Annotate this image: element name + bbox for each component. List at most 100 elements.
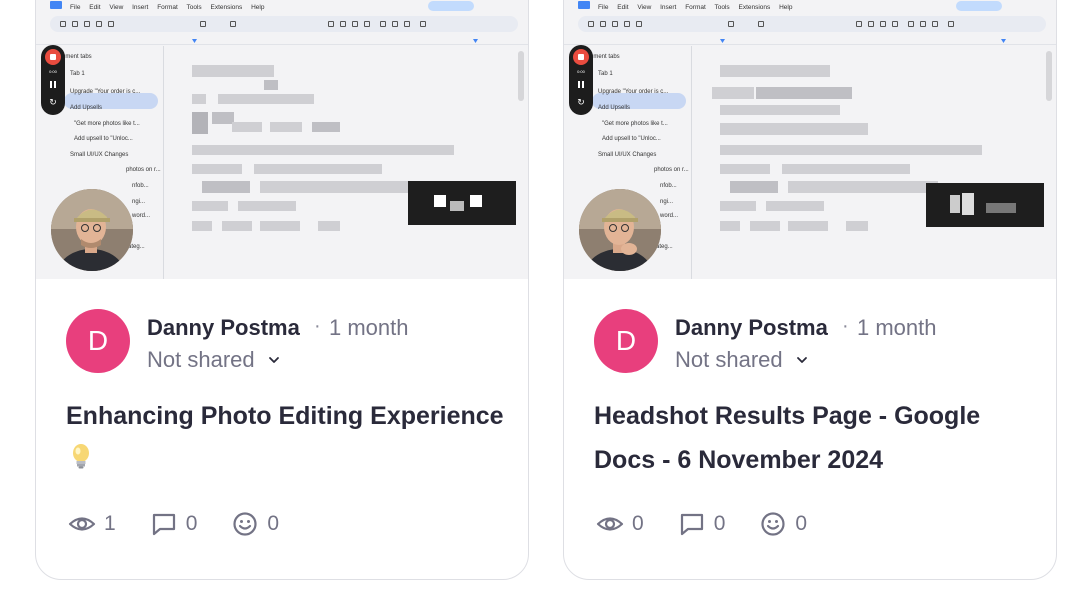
views-count: 1 (104, 512, 116, 535)
outline-item: "Get more photos like t... (602, 121, 668, 127)
lightbulb-icon (73, 444, 89, 469)
outline-item: ument tabs (590, 54, 620, 60)
docs-toolbar (50, 16, 518, 32)
outline-item: word... (132, 213, 151, 219)
separator-dot: · (314, 315, 321, 337)
reactions-count: 0 (267, 512, 280, 535)
privacy-dropdown[interactable]: Not shared (675, 347, 809, 373)
outline-item: Upgrade "Your order is c... (70, 89, 141, 95)
docs-logo-icon (50, 1, 62, 9)
restart-icon: ↻ (49, 97, 57, 107)
comment-icon (152, 513, 175, 536)
menu-edit: Edit (89, 4, 101, 11)
reactions-stat[interactable]: 0 (231, 510, 279, 538)
docs-share-button (956, 1, 1002, 11)
reactions-count: 0 (795, 512, 808, 535)
video-title[interactable]: Enhancing Photo Editing Experience (66, 394, 506, 482)
recording-timer: 0:00 (49, 69, 57, 74)
views-stat: 1 (68, 510, 116, 538)
reactions-stat[interactable]: 0 (759, 510, 807, 538)
smiley-icon (761, 512, 785, 536)
outline-item: Add upsell to "Unloc... (74, 136, 133, 142)
author-avatar: D (66, 309, 130, 373)
menu-insert: Insert (660, 4, 677, 11)
docs-logo-icon (578, 1, 590, 9)
outline-item: nfob... (660, 183, 677, 189)
outline-item: Add Upsells (70, 105, 103, 111)
menu-file: File (70, 4, 81, 11)
outline-item: Small UI/UX Changes (598, 152, 657, 158)
outline-item: Add upsell to "Unloc... (602, 136, 661, 142)
video-card[interactable]: File Edit View Insert Format Tools Exten… (563, 0, 1057, 580)
stop-recording-icon (573, 49, 589, 65)
chevron-down-icon (268, 357, 279, 363)
menu-view: View (109, 4, 124, 11)
outline-item: photos on r... (654, 167, 689, 173)
eye-icon (68, 517, 96, 531)
recording-controls: 0:00 ↻ (569, 45, 593, 115)
pause-icon (50, 81, 56, 88)
recording-controls: 0:00 ↻ (41, 45, 65, 115)
menu-tools: Tools (714, 4, 730, 11)
views-count: 0 (632, 512, 644, 535)
comments-stat[interactable]: 0 (678, 510, 726, 538)
menu-help: Help (251, 4, 265, 11)
views-stat: 0 (596, 510, 644, 538)
menu-file: File (598, 4, 609, 11)
privacy-dropdown[interactable]: Not shared (147, 347, 281, 373)
menu-format: Format (685, 4, 706, 11)
privacy-label: Not shared (675, 347, 783, 372)
redaction-block (926, 183, 1044, 227)
docs-scrollbar (1046, 51, 1052, 101)
comment-icon (680, 513, 703, 536)
video-thumbnail[interactable]: File Edit View Insert Format Tools Exten… (36, 0, 528, 279)
video-stats: 0 0 0 (596, 509, 841, 539)
webcam-bubble (579, 189, 661, 271)
comments-count: 0 (185, 512, 198, 535)
video-title[interactable]: Headshot Results Page - Google Docs - 6 … (594, 394, 1034, 482)
outline-item: Add Upsells (598, 105, 631, 111)
menu-extensions: Extensions (210, 4, 243, 11)
privacy-label: Not shared (147, 347, 255, 372)
outline-item: photos on r... (126, 167, 161, 173)
video-title-text: Enhancing Photo Editing Experience (66, 402, 504, 430)
comments-count: 0 (713, 512, 726, 535)
stop-recording-icon (45, 49, 61, 65)
outline-item: nfob... (132, 183, 149, 189)
docs-page-area (696, 46, 1046, 279)
docs-ruler (36, 33, 528, 45)
smiley-icon (233, 512, 257, 536)
outline-item: Upgrade "Your order is c... (598, 89, 669, 95)
docs-menu-bar: File Edit View Insert Format Tools Exten… (598, 4, 799, 11)
time-ago: 1 month (857, 315, 937, 340)
docs-share-button (428, 1, 474, 11)
outline-item: "Get more photos like t... (74, 121, 140, 127)
outline-item: ument tabs (62, 54, 92, 60)
author-name: Danny Postma (147, 315, 300, 340)
time-ago: 1 month (329, 315, 409, 340)
comments-stat[interactable]: 0 (150, 510, 198, 538)
video-stats: 1 0 0 (68, 509, 313, 539)
docs-menu-bar: File Edit View Insert Format Tools Exten… (70, 4, 271, 11)
menu-extensions: Extensions (738, 4, 771, 11)
author-avatar: D (594, 309, 658, 373)
webcam-bubble (51, 189, 133, 271)
outline-item: Small UI/UX Changes (70, 152, 129, 158)
restart-icon: ↻ (577, 97, 585, 107)
menu-insert: Insert (132, 4, 149, 11)
video-thumbnail[interactable]: File Edit View Insert Format Tools Exten… (564, 0, 1056, 279)
docs-page-area (168, 46, 518, 279)
menu-edit: Edit (617, 4, 629, 11)
outline-item: word... (660, 213, 679, 219)
docs-scrollbar (518, 51, 524, 101)
outline-item: ngi... (660, 199, 674, 205)
menu-format: Format (157, 4, 178, 11)
video-title-text: Headshot Results Page - Google Docs - 6 … (594, 402, 981, 474)
pause-icon (578, 81, 584, 88)
video-card[interactable]: File Edit View Insert Format Tools Exten… (35, 0, 529, 580)
docs-ruler (564, 33, 1056, 45)
chevron-down-icon (796, 357, 807, 363)
author-name: Danny Postma (675, 315, 828, 340)
menu-help: Help (779, 4, 793, 11)
outline-item: ngi... (132, 199, 146, 205)
